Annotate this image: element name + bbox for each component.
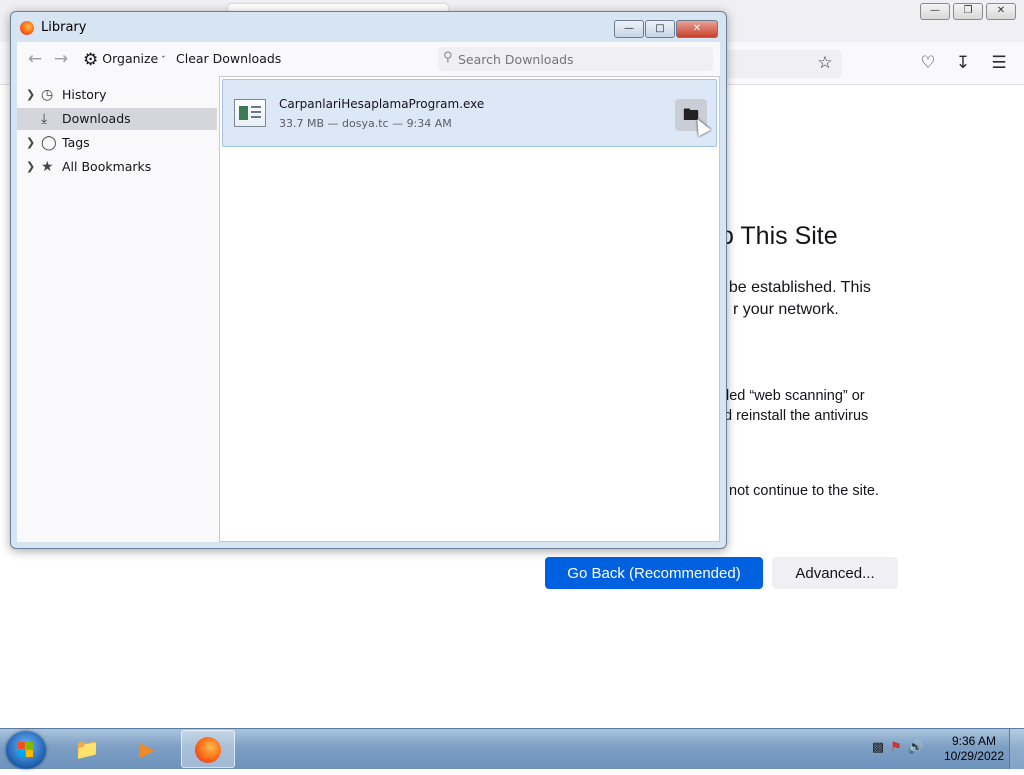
organize-label: Organize: [102, 51, 159, 66]
sidebar-item-label: Downloads: [62, 111, 131, 126]
clock-date: 10/29/2022: [943, 749, 1004, 763]
bookmark-star-icon[interactable]: ☆: [814, 52, 836, 74]
firefox-logo-icon: [20, 21, 34, 35]
restore-button[interactable]: ❐: [953, 3, 983, 20]
tag-icon: ◯: [41, 135, 57, 151]
media-player-taskbar-button[interactable]: ▶: [120, 730, 174, 768]
menu-icon[interactable]: ☰: [988, 52, 1010, 74]
sidebar-item-history[interactable]: ❯ ◷ History: [17, 84, 217, 106]
minimize-button[interactable]: —: [920, 3, 950, 20]
clear-downloads-button[interactable]: Clear Downloads: [176, 49, 281, 69]
expand-chevron-icon[interactable]: ❯: [26, 84, 35, 106]
windows-logo-icon: [18, 742, 34, 758]
library-title: Library: [41, 20, 87, 35]
library-window: Library — □ ✕ ← → ⚙ Organize ˇ Clear Down…: [10, 11, 727, 549]
error-title: o This Site: [720, 222, 838, 250]
sidebar-item-tags[interactable]: ❯ ◯ Tags: [17, 132, 217, 154]
download-icon: ⤓: [41, 111, 48, 127]
system-tray: ▩ ⚑ 🔊: [872, 740, 924, 755]
show-desktop-button[interactable]: [1009, 729, 1024, 769]
downloads-list: CarpanlariHesaplamaProgram.exe 33.7 MB —…: [219, 76, 720, 542]
close-button[interactable]: ✕: [986, 3, 1016, 20]
expand-chevron-icon[interactable]: ❯: [26, 132, 35, 154]
explorer-taskbar-button[interactable]: 📁: [60, 730, 114, 768]
network-icon[interactable]: ▩: [872, 740, 884, 755]
gear-icon: ⚙: [83, 50, 99, 70]
error-text-line: r your network.: [733, 301, 839, 318]
chevron-down-icon: ˇ: [158, 56, 166, 66]
sidebar-item-all-bookmarks[interactable]: ❯ ★ All Bookmarks: [17, 156, 217, 178]
library-sidebar: ❯ ◷ History ⤓ Downloads ❯ ◯ Tags ❯ ★ All…: [17, 76, 217, 542]
firefox-icon: [195, 737, 221, 763]
clock-icon: ◷: [41, 87, 54, 103]
folder-icon: 📁: [74, 737, 100, 761]
search-downloads-input[interactable]: [438, 47, 713, 71]
executable-file-icon: [234, 99, 266, 127]
downloads-icon[interactable]: ↧: [952, 52, 974, 74]
download-item[interactable]: CarpanlariHesaplamaProgram.exe 33.7 MB —…: [222, 79, 717, 147]
library-window-controls: — □ ✕: [614, 20, 718, 38]
sidebar-item-downloads[interactable]: ⤓ Downloads: [17, 108, 217, 130]
library-close-button[interactable]: ✕: [676, 20, 718, 38]
sidebar-item-label: Tags: [62, 135, 90, 150]
sidebar-item-label: All Bookmarks: [62, 159, 152, 174]
media-player-icon: ▶: [139, 737, 155, 761]
download-filename: CarpanlariHesaplamaProgram.exe: [279, 97, 485, 111]
error-text-line: d reinstall the antivirus: [724, 408, 869, 424]
error-text-line: led “web scanning” or: [726, 388, 865, 404]
search-icon: ⚲: [443, 50, 453, 65]
library-minimize-button[interactable]: —: [614, 20, 644, 38]
clock[interactable]: 9:36 AM 10/29/2022: [944, 734, 1004, 764]
volume-icon[interactable]: 🔊: [908, 740, 924, 755]
library-maximize-button[interactable]: □: [645, 20, 675, 38]
library-body: ← → ⚙Organize ˇ Clear Downloads ⚲ ❯ ◷ Hi…: [17, 42, 720, 542]
forward-arrow-icon[interactable]: →: [51, 49, 71, 69]
action-center-flag-icon[interactable]: ⚑: [890, 740, 902, 755]
error-text-line: t be established. This: [720, 279, 871, 296]
library-toolbar: ← → ⚙Organize ˇ Clear Downloads ⚲: [17, 42, 720, 76]
firefox-window-controls: — ❐ ✕: [920, 3, 1016, 20]
clock-time: 9:36 AM: [951, 734, 996, 748]
go-back-button[interactable]: Go Back (Recommended): [545, 557, 763, 589]
star-icon: ★: [41, 159, 54, 175]
error-text-line: not continue to the site.: [729, 483, 879, 499]
back-arrow-icon[interactable]: ←: [25, 49, 45, 69]
expand-chevron-icon[interactable]: ❯: [26, 156, 35, 178]
organize-button[interactable]: ⚙ Organize ˇ: [83, 49, 166, 70]
download-status: 33.7 MB — dosya.tc — 9:34 AM: [279, 117, 452, 130]
library-titlebar[interactable]: Library — □ ✕: [11, 12, 726, 42]
start-button[interactable]: [6, 731, 46, 769]
sidebar-item-label: History: [62, 87, 107, 102]
advanced-button[interactable]: Advanced...: [772, 557, 898, 589]
taskbar: 📁 ▶ ▩ ⚑ 🔊 9:36 AM 10/29/2022: [0, 728, 1024, 769]
pocket-icon[interactable]: ♡: [917, 52, 939, 74]
firefox-taskbar-button[interactable]: [181, 730, 235, 768]
